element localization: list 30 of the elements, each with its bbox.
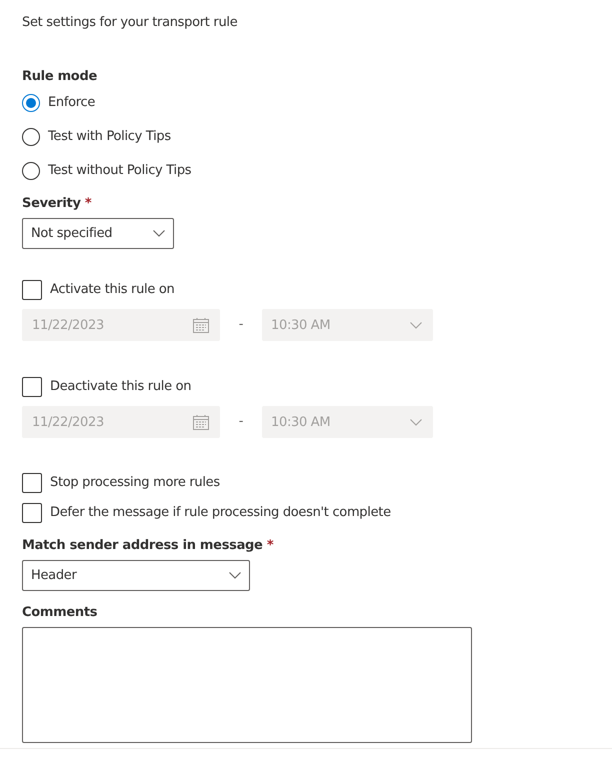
page-heading: Set settings for your transport rule: [22, 14, 238, 32]
radio-button[interactable]: [22, 128, 40, 146]
checkbox-label: Stop processing more rules: [50, 474, 220, 492]
required-mark: *: [84, 196, 92, 211]
range-separator: -: [238, 316, 244, 334]
field-label: Comments: [22, 604, 98, 622]
radio-label: Enforce: [48, 94, 96, 112]
range-separator: -: [238, 413, 244, 431]
field-label: Match sender address in message: [22, 538, 263, 553]
radio-label: Test with Policy Tips: [48, 128, 171, 146]
calendar-icon: [193, 318, 209, 332]
checkbox-label: Defer the message if rule processing doesn't complete: [50, 504, 391, 522]
field-label: Rule mode: [22, 68, 98, 86]
required-mark: *: [266, 538, 274, 553]
chevron-down-icon: [229, 572, 241, 579]
radio-label: Test without Policy Tips: [48, 162, 192, 180]
field-label: Severity: [22, 196, 81, 211]
sender-address-dropdown[interactable]: Header: [22, 560, 250, 591]
chevron-down-icon: [410, 418, 422, 426]
chevron-down-icon: [153, 230, 165, 237]
checkbox[interactable]: [22, 473, 42, 493]
checkbox[interactable]: [22, 503, 42, 523]
checkbox-label: Deactivate this rule on: [50, 378, 192, 396]
severity-dropdown[interactable]: Not specified: [22, 218, 174, 249]
checkbox-label: Activate this rule on: [50, 281, 174, 299]
chevron-down-icon: [410, 322, 422, 328]
comments-field[interactable]: [22, 627, 472, 743]
radio-button[interactable]: [22, 94, 40, 112]
radio-button[interactable]: [22, 162, 40, 180]
calendar-icon: [193, 414, 209, 430]
